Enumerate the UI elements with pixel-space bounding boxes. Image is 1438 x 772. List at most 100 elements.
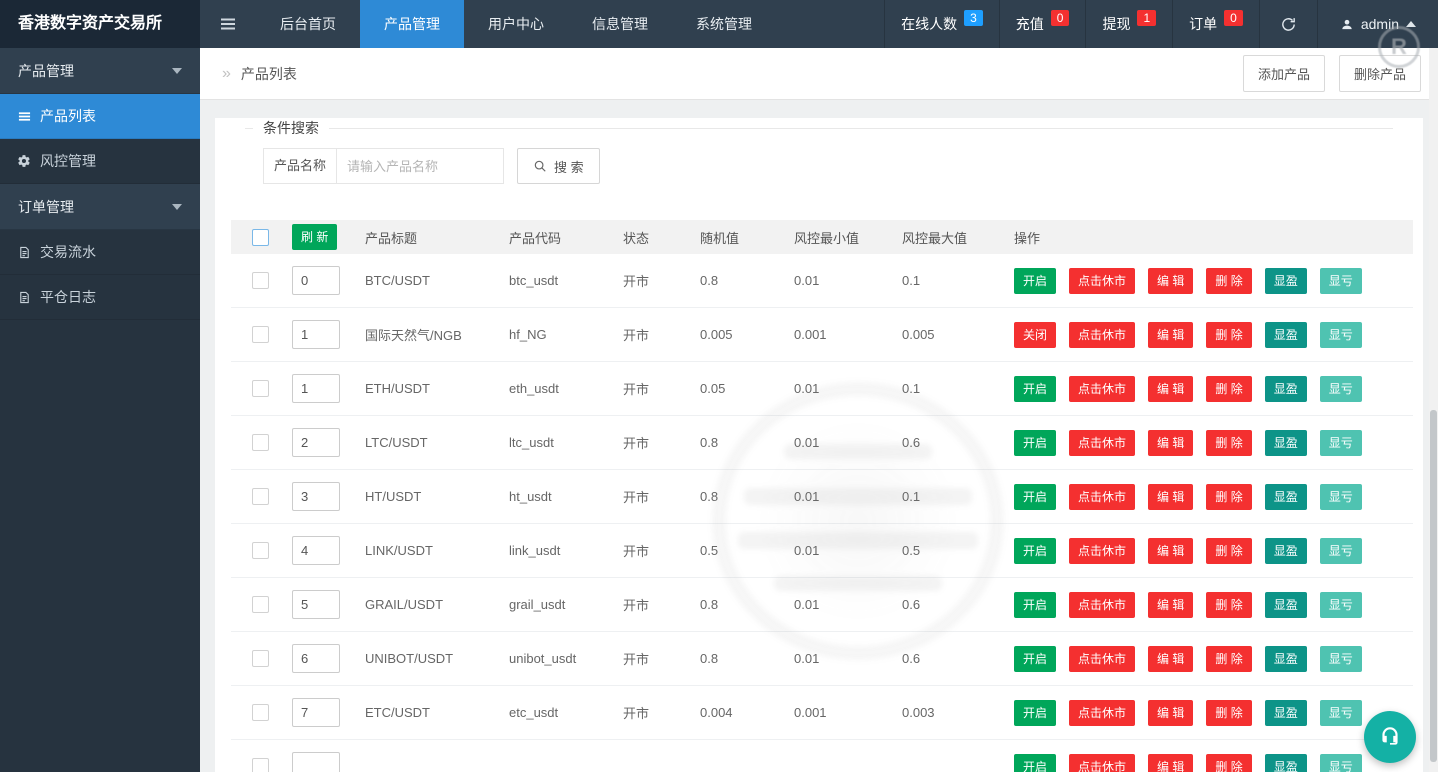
show-win-button[interactable]: 显盈 (1265, 592, 1307, 618)
edit-button[interactable]: 编 辑 (1148, 646, 1193, 672)
show-loss-button[interactable]: 显亏 (1320, 592, 1362, 618)
menu-toggle-icon[interactable] (200, 0, 256, 48)
sort-input[interactable] (292, 320, 340, 349)
topnav-stat[interactable]: 提现1 (1085, 0, 1172, 48)
sidebar-group[interactable]: 产品管理 (0, 48, 200, 94)
show-loss-button[interactable]: 显亏 (1320, 322, 1362, 348)
sidebar-item[interactable]: 产品列表 (0, 94, 200, 139)
show-loss-button[interactable]: 显亏 (1320, 430, 1362, 456)
row-checkbox[interactable] (252, 380, 269, 397)
edit-button[interactable]: 编 辑 (1148, 538, 1193, 564)
toggle-market-button[interactable]: 开启 (1014, 538, 1056, 564)
show-win-button[interactable]: 显盈 (1265, 430, 1307, 456)
sort-input[interactable] (292, 698, 340, 727)
sidebar-item[interactable]: 风控管理 (0, 139, 200, 184)
show-loss-button[interactable]: 显亏 (1320, 484, 1362, 510)
sort-input[interactable] (292, 428, 340, 457)
toggle-market-button[interactable]: 开启 (1014, 430, 1056, 456)
customer-service-button[interactable] (1364, 711, 1416, 763)
search-button[interactable]: 搜 索 (517, 148, 600, 184)
row-checkbox[interactable] (252, 488, 269, 505)
show-win-button[interactable]: 显盈 (1265, 538, 1307, 564)
sort-input[interactable] (292, 374, 340, 403)
topnav-item[interactable]: 后台首页 (256, 0, 360, 48)
topnav-item[interactable]: 系统管理 (672, 0, 776, 48)
product-name-input[interactable] (336, 148, 504, 184)
refresh-icon[interactable] (1259, 0, 1317, 48)
pause-market-button[interactable]: 点击休市 (1069, 592, 1135, 618)
pause-market-button[interactable]: 点击休市 (1069, 538, 1135, 564)
select-all-checkbox[interactable] (252, 229, 269, 246)
edit-button[interactable]: 编 辑 (1148, 592, 1193, 618)
edit-button[interactable]: 编 辑 (1148, 430, 1193, 456)
row-checkbox[interactable] (252, 704, 269, 721)
sort-input[interactable] (292, 644, 340, 673)
show-loss-button[interactable]: 显亏 (1320, 700, 1362, 726)
delete-button[interactable]: 删 除 (1206, 592, 1251, 618)
pause-market-button[interactable]: 点击休市 (1069, 376, 1135, 402)
pause-market-button[interactable]: 点击休市 (1069, 268, 1135, 294)
add-product-button[interactable]: 添加产品 (1243, 55, 1325, 92)
toggle-market-button[interactable]: 开启 (1014, 646, 1056, 672)
show-loss-button[interactable]: 显亏 (1320, 646, 1362, 672)
toggle-market-button[interactable]: 开启 (1014, 268, 1056, 294)
row-checkbox[interactable] (252, 434, 269, 451)
show-win-button[interactable]: 显盈 (1265, 322, 1307, 348)
sidebar-group[interactable]: 订单管理 (0, 184, 200, 230)
topnav-stat[interactable]: 订单0 (1172, 0, 1259, 48)
delete-button[interactable]: 删 除 (1206, 754, 1251, 772)
show-win-button[interactable]: 显盈 (1265, 376, 1307, 402)
delete-button[interactable]: 删 除 (1206, 538, 1251, 564)
toggle-market-button[interactable]: 开启 (1014, 376, 1056, 402)
topnav-item[interactable]: 用户中心 (464, 0, 568, 48)
edit-button[interactable]: 编 辑 (1148, 700, 1193, 726)
pause-market-button[interactable]: 点击休市 (1069, 430, 1135, 456)
sort-input[interactable] (292, 536, 340, 565)
topnav-stat[interactable]: 在线人数3 (884, 0, 999, 48)
delete-button[interactable]: 删 除 (1206, 646, 1251, 672)
toggle-market-button[interactable]: 开启 (1014, 754, 1056, 772)
scrollbar-thumb[interactable] (1430, 410, 1437, 762)
pause-market-button[interactable]: 点击休市 (1069, 754, 1135, 772)
row-checkbox[interactable] (252, 596, 269, 613)
row-checkbox[interactable] (252, 326, 269, 343)
show-loss-button[interactable]: 显亏 (1320, 268, 1362, 294)
show-loss-button[interactable]: 显亏 (1320, 538, 1362, 564)
show-win-button[interactable]: 显盈 (1265, 646, 1307, 672)
toggle-market-button[interactable]: 开启 (1014, 700, 1056, 726)
topnav-item[interactable]: 产品管理 (360, 0, 464, 48)
sort-input[interactable] (292, 752, 340, 772)
pause-market-button[interactable]: 点击休市 (1069, 484, 1135, 510)
delete-button[interactable]: 删 除 (1206, 700, 1251, 726)
edit-button[interactable]: 编 辑 (1148, 754, 1193, 772)
topnav-item[interactable]: 信息管理 (568, 0, 672, 48)
show-win-button[interactable]: 显盈 (1265, 700, 1307, 726)
sidebar-item[interactable]: 平仓日志 (0, 275, 200, 320)
sort-input[interactable] (292, 590, 340, 619)
user-menu[interactable]: admin (1317, 0, 1438, 48)
pause-market-button[interactable]: 点击休市 (1069, 322, 1135, 348)
row-checkbox[interactable] (252, 542, 269, 559)
edit-button[interactable]: 编 辑 (1148, 484, 1193, 510)
pause-market-button[interactable]: 点击休市 (1069, 700, 1135, 726)
toggle-market-button[interactable]: 关闭 (1014, 322, 1056, 348)
show-loss-button[interactable]: 显亏 (1320, 754, 1362, 772)
delete-button[interactable]: 删 除 (1206, 484, 1251, 510)
topnav-stat[interactable]: 充值0 (999, 0, 1086, 48)
sort-input[interactable] (292, 266, 340, 295)
row-checkbox[interactable] (252, 758, 269, 772)
edit-button[interactable]: 编 辑 (1148, 376, 1193, 402)
toggle-market-button[interactable]: 开启 (1014, 592, 1056, 618)
delete-button[interactable]: 删 除 (1206, 322, 1251, 348)
row-checkbox[interactable] (252, 650, 269, 667)
show-loss-button[interactable]: 显亏 (1320, 376, 1362, 402)
show-win-button[interactable]: 显盈 (1265, 268, 1307, 294)
pause-market-button[interactable]: 点击休市 (1069, 646, 1135, 672)
row-checkbox[interactable] (252, 272, 269, 289)
sort-input[interactable] (292, 482, 340, 511)
delete-product-button[interactable]: 删除产品 (1339, 55, 1421, 92)
sidebar-item[interactable]: 交易流水 (0, 230, 200, 275)
delete-button[interactable]: 删 除 (1206, 430, 1251, 456)
show-win-button[interactable]: 显盈 (1265, 484, 1307, 510)
edit-button[interactable]: 编 辑 (1148, 268, 1193, 294)
